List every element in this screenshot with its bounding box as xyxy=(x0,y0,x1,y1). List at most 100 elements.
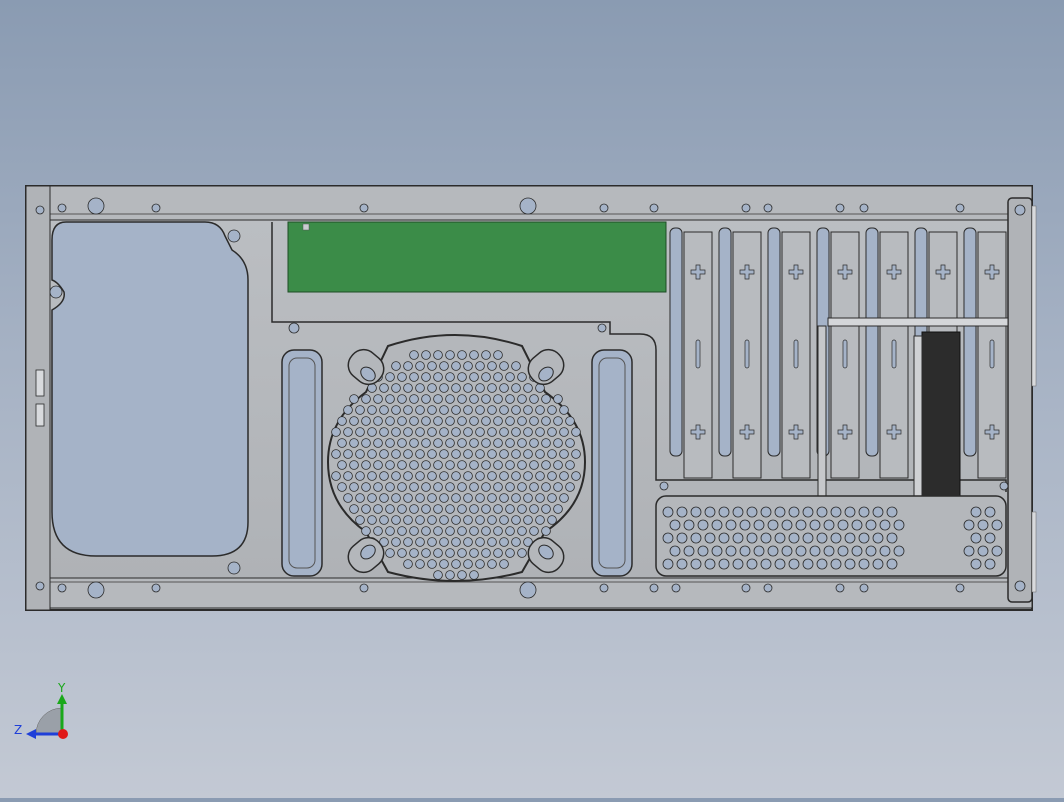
vent-hole xyxy=(774,558,786,570)
grille-hole xyxy=(457,570,467,580)
grille-hole xyxy=(559,405,569,415)
grille-hole xyxy=(355,515,365,525)
grille-hole xyxy=(367,515,377,525)
vent-hole xyxy=(816,532,828,544)
axis-triad xyxy=(26,694,68,739)
grille-hole xyxy=(475,515,485,525)
grille-hole xyxy=(511,493,521,503)
grille-hole xyxy=(547,405,557,415)
grille-hole xyxy=(493,460,503,470)
grille-hole xyxy=(553,438,563,448)
grille-hole xyxy=(391,493,401,503)
grille-hole xyxy=(415,493,425,503)
grille-hole xyxy=(433,350,443,360)
grille-hole xyxy=(517,372,527,382)
grille-hole xyxy=(409,504,419,514)
grille-hole xyxy=(571,471,581,481)
vent-hole xyxy=(984,532,996,544)
grille-hole xyxy=(529,482,539,492)
grille-hole xyxy=(493,372,503,382)
grille-hole xyxy=(469,438,479,448)
vent-hole xyxy=(802,506,814,518)
grille-hole xyxy=(487,471,497,481)
grille-hole xyxy=(403,427,413,437)
grille-hole xyxy=(427,515,437,525)
vent-hole xyxy=(858,532,870,544)
mount-hole xyxy=(1014,580,1026,592)
grille-hole xyxy=(511,471,521,481)
vent-hole xyxy=(718,558,730,570)
rail-hole xyxy=(359,203,369,213)
grille-hole xyxy=(409,526,419,536)
grille-hole xyxy=(499,493,509,503)
grille-hole xyxy=(349,394,359,404)
grille-hole xyxy=(481,372,491,382)
grille-hole xyxy=(469,416,479,426)
vent-hole xyxy=(704,506,716,518)
grille-hole xyxy=(541,460,551,470)
grille-hole xyxy=(523,383,533,393)
rail-hole xyxy=(151,583,161,593)
vent-hole xyxy=(788,532,800,544)
grille-hole xyxy=(415,515,425,525)
grille-hole xyxy=(433,570,443,580)
grille-hole xyxy=(385,504,395,514)
grille-hole xyxy=(439,427,449,437)
grille-hole xyxy=(481,548,491,558)
rail-hole xyxy=(151,203,161,213)
grille-hole xyxy=(463,493,473,503)
grille-hole xyxy=(427,559,437,569)
grille-hole xyxy=(493,482,503,492)
vent-hole xyxy=(683,545,695,557)
grille-hole xyxy=(499,515,509,525)
grille-hole xyxy=(409,372,419,382)
grille-hole xyxy=(523,471,533,481)
grille-hole xyxy=(457,460,467,470)
vent-hole xyxy=(746,506,758,518)
grille-hole xyxy=(523,405,533,415)
grille-hole xyxy=(463,537,473,547)
grille-hole xyxy=(457,350,467,360)
grille-hole xyxy=(415,361,425,371)
grille-hole xyxy=(397,526,407,536)
grille-hole xyxy=(457,372,467,382)
vent-hole xyxy=(830,558,842,570)
vent-hole xyxy=(837,519,849,531)
mount-hole xyxy=(288,322,300,334)
grille-hole xyxy=(385,482,395,492)
grille-hole xyxy=(361,438,371,448)
vent-hole xyxy=(753,519,765,531)
grille-hole xyxy=(529,394,539,404)
vent-hole xyxy=(662,506,674,518)
grille-hole xyxy=(487,405,497,415)
grille-hole xyxy=(535,471,545,481)
rail-hole xyxy=(955,203,965,213)
grille-hole xyxy=(349,482,359,492)
cad-viewport[interactable]: Y Z xyxy=(0,0,1064,798)
grille-hole xyxy=(373,394,383,404)
grille-hole xyxy=(421,460,431,470)
grille-hole xyxy=(457,548,467,558)
slot-gap xyxy=(963,227,977,457)
vent-hole xyxy=(844,532,856,544)
slot-cover-slit xyxy=(989,339,995,369)
grille-hole xyxy=(397,416,407,426)
rail-hole xyxy=(57,583,67,593)
vent-hole xyxy=(704,532,716,544)
grille-hole xyxy=(487,515,497,525)
rail-hole xyxy=(955,583,965,593)
vent-hole xyxy=(851,545,863,557)
grille-hole xyxy=(391,405,401,415)
grille-hole xyxy=(493,394,503,404)
vent-hole xyxy=(977,545,989,557)
grille-hole xyxy=(511,515,521,525)
vent-hole xyxy=(746,558,758,570)
grille-hole xyxy=(487,427,497,437)
grille-hole xyxy=(559,427,569,437)
grille-hole xyxy=(529,416,539,426)
vent-hole xyxy=(830,506,842,518)
mount-hole xyxy=(519,197,537,215)
grille-hole xyxy=(349,416,359,426)
grille-hole xyxy=(427,383,437,393)
vent-hole xyxy=(676,558,688,570)
